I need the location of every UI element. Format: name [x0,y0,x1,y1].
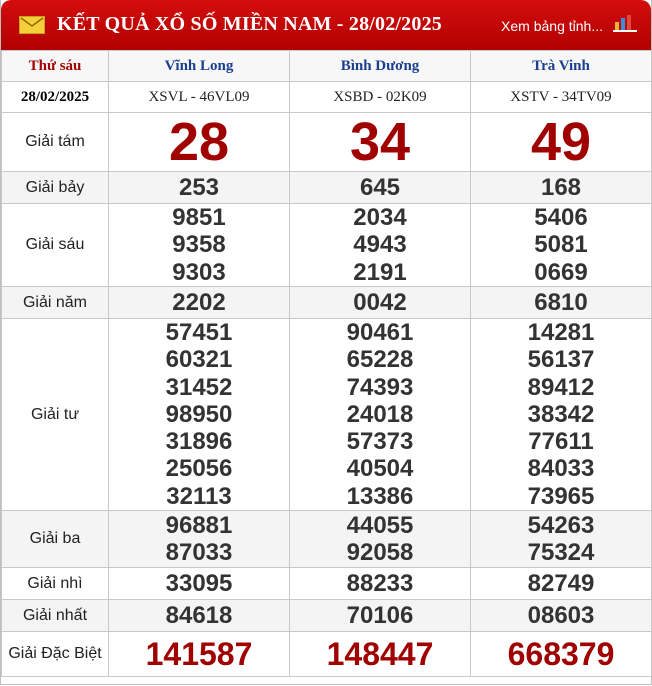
prize-number: 33095 [108,567,290,601]
prize-number: 645 [289,171,471,204]
lottery-results-panel: KẾT QUẢ XỔ SỐ MIỀN NAM - 28/02/2025 Xem … [0,0,652,685]
prize-number: 6810 [470,286,652,319]
prize-number: 65228 [346,346,414,374]
prize-row-special: Giải Đặc Biệt 141587 148447 668379 [1,631,652,678]
prize-row-g4: Giải tư 57451 60321 31452 98950 31896 25… [1,317,652,512]
prize-row-g1: Giải nhất 84618 70106 08603 [1,599,652,633]
day-of-week: Thứ sáu [1,50,109,82]
prize-number: 73965 [527,482,595,510]
prize-number: 4943 [353,231,407,259]
prize-number: 56137 [527,346,595,374]
prize-number-group: 9851 9358 9303 [108,203,290,287]
view-province-table-link[interactable]: Xem bảng tỉnh... [501,18,603,34]
prize-label: Giải nhì [1,567,109,601]
prize-number: 25056 [165,455,233,483]
prize-number: 0042 [289,286,471,319]
results-table: Thứ sáu Vĩnh Long Bình Dương Trà Vinh 28… [1,50,652,678]
prize-number: 0669 [534,258,588,286]
prize-row-g5: Giải năm 2202 0042 6810 [1,286,652,319]
prize-number: 90461 [346,319,414,346]
prize-number: 82749 [470,567,652,601]
envelope-icon [19,16,45,34]
prize-number: 24018 [346,400,414,428]
prize-number: 96881 [165,511,233,539]
special-prize-number: 141587 [108,631,290,678]
prize-number: 40504 [346,455,414,483]
prize-number-group: 5406 5081 0669 [470,203,652,287]
prize-number-group: 14281 56137 89412 38342 77611 84033 7396… [470,317,652,512]
prize-number: 88233 [289,567,471,601]
prize-number: 9358 [172,231,226,259]
draw-code: XSVL - 46VL09 [108,81,290,113]
prize-number-group: 2034 4943 2191 [289,203,471,287]
prize-number: 77611 [528,428,594,456]
prize-number-group: 54263 75324 [470,510,652,569]
prize-number: 32113 [166,482,232,510]
prize-number: 49 [470,112,652,172]
prize-number: 253 [108,171,290,204]
prize-row-g6: Giải sáu 9851 9358 9303 2034 4943 2191 5… [1,203,652,287]
prize-row-g7: Giải bảy 253 645 168 [1,171,652,204]
prize-number: 9851 [172,204,226,232]
prize-number: 87033 [165,539,233,567]
prize-label: Giải bảy [1,171,109,204]
prize-label: Giải tám [1,112,109,172]
prize-number-group: 96881 87033 [108,510,290,569]
prize-number: 9303 [172,258,226,286]
special-prize-number: 668379 [470,631,652,678]
prize-number: 57373 [346,428,414,456]
prize-number: 74393 [346,373,414,401]
prize-number-group: 44055 92058 [289,510,471,569]
prize-number: 2202 [108,286,290,319]
prize-number: 84618 [108,599,290,633]
prize-number: 84033 [527,455,595,483]
prize-number-group: 57451 60321 31452 98950 31896 25056 3211… [108,317,290,512]
prize-label: Giải ba [1,510,109,569]
draw-code: XSBD - 02K09 [289,81,471,113]
prize-number: 34 [289,112,471,172]
prize-row-g3: Giải ba 96881 87033 44055 92058 54263 75… [1,510,652,569]
province-name[interactable]: Bình Dương [289,50,471,82]
bar-chart-icon[interactable] [613,14,637,32]
prize-number: 92058 [346,539,414,567]
prize-number: 60321 [165,346,233,374]
prize-number-group: 90461 65228 74393 24018 57373 40504 1338… [289,317,471,512]
prize-number: 168 [470,171,652,204]
prize-number: 54263 [527,511,595,539]
prize-row-g2: Giải nhì 33095 88233 82749 [1,567,652,601]
draw-code-row: 28/02/2025 XSVL - 46VL09 XSBD - 02K09 XS… [1,81,652,113]
prize-number: 89412 [527,373,595,401]
prize-number: 13386 [346,482,414,510]
prize-label: Giải sáu [1,203,109,287]
prize-label: Giải năm [1,286,109,319]
results-header: KẾT QUẢ XỔ SỐ MIỀN NAM - 28/02/2025 Xem … [1,0,651,50]
prize-label: Giải Đặc Biệt [1,631,109,678]
results-title: KẾT QUẢ XỔ SỐ MIỀN NAM - 28/02/2025 [57,13,442,35]
prize-row-g8: Giải tám 28 34 49 [1,112,652,172]
special-prize-number: 148447 [289,631,471,678]
prize-number: 44055 [346,511,414,539]
prize-number: 08603 [470,599,652,633]
province-header-row: Thứ sáu Vĩnh Long Bình Dương Trà Vinh [1,50,652,82]
prize-number: 70106 [289,599,471,633]
prize-number: 57451 [165,319,233,346]
prize-number: 28 [108,112,290,172]
prize-label: Giải nhất [1,599,109,633]
prize-number: 31452 [165,373,233,401]
prize-number: 14281 [527,319,595,346]
draw-code: XSTV - 34TV09 [470,81,652,113]
prize-number: 5081 [534,231,588,259]
prize-number: 2034 [353,204,407,232]
province-name[interactable]: Trà Vinh [470,50,652,82]
province-name[interactable]: Vĩnh Long [108,50,290,82]
prize-number: 75324 [527,539,595,567]
prize-number: 31896 [165,428,233,456]
prize-number: 2191 [353,258,407,286]
prize-number: 38342 [527,400,595,428]
prize-label: Giải tư [1,317,109,512]
draw-date: 28/02/2025 [1,81,109,113]
prize-number: 98950 [165,400,233,428]
prize-number: 5406 [534,204,588,232]
